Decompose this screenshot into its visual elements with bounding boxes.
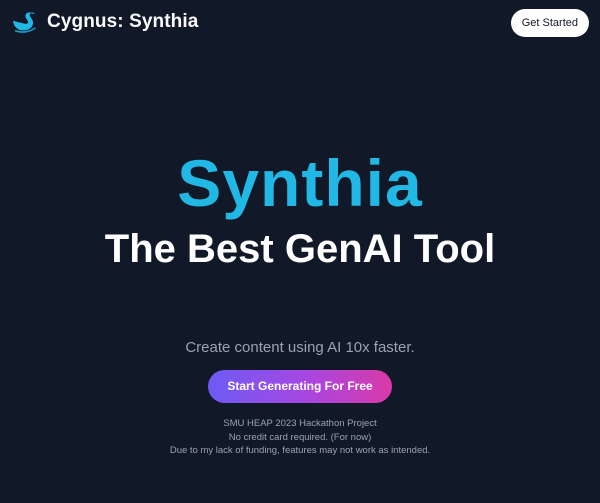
- brand[interactable]: Cygnus: Synthia: [12, 10, 198, 34]
- start-generating-button[interactable]: Start Generating For Free: [208, 370, 392, 403]
- tagline: Create content using AI 10x faster.: [185, 339, 415, 356]
- hero-title: Synthia: [177, 146, 423, 220]
- footnotes: SMU HEAP 2023 Hackathon Project No credi…: [0, 417, 600, 458]
- footnote-hackathon: SMU HEAP 2023 Hackathon Project: [223, 418, 377, 429]
- get-started-button[interactable]: Get Started: [510, 9, 589, 37]
- brand-name: Cygnus: Synthia: [47, 11, 199, 32]
- top-nav: Cygnus: Synthia Get Started: [0, 0, 600, 48]
- footnote-disclaimer: Due to my lack of funding, features may …: [169, 445, 431, 456]
- hero-subtitle: The Best GenAI Tool: [104, 227, 496, 271]
- swan-icon: [12, 10, 40, 34]
- footnote-no-credit-card: No credit card required. (For now): [228, 431, 372, 443]
